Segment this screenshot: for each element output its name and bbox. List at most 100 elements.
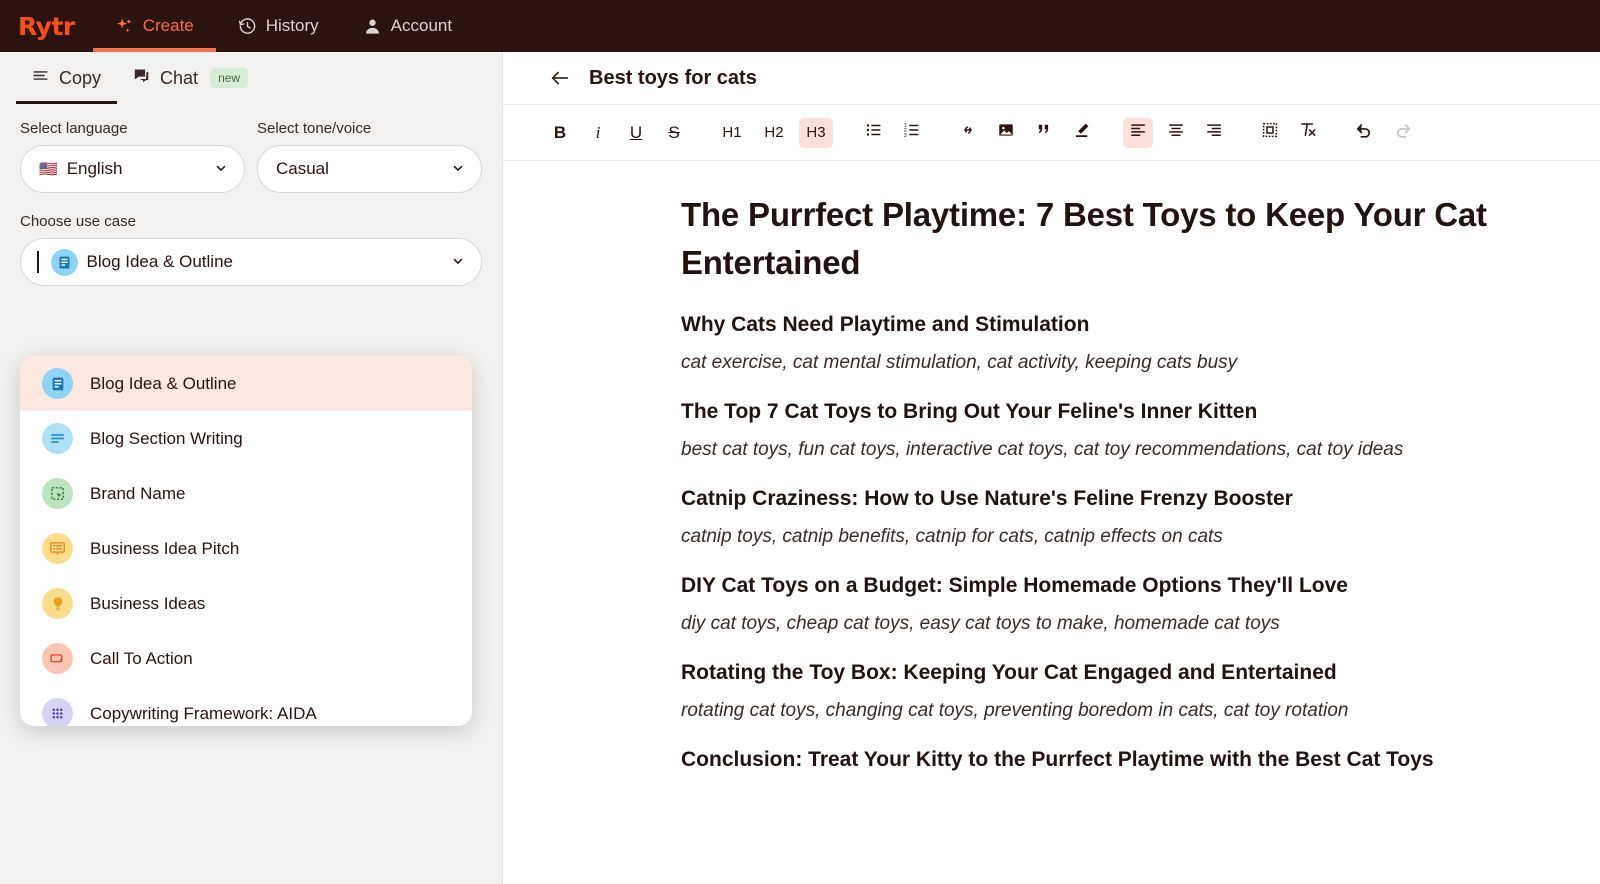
language-value: English [66, 159, 123, 178]
align-left-button[interactable] [1123, 117, 1153, 148]
italic-label: i [595, 122, 601, 142]
dropdown-item-business-idea-pitch[interactable]: Business Idea Pitch [20, 521, 472, 576]
dropdown-item-copywriting-framework-aida[interactable]: Copywriting Framework: AIDA [20, 686, 472, 726]
usecase-label: Choose use case [20, 213, 136, 230]
person-icon [363, 17, 382, 36]
bullet-list-icon [865, 121, 883, 144]
svg-text:3: 3 [904, 133, 907, 139]
dropdown-item-label: Business Ideas [90, 593, 206, 613]
dropdown-item-label: Copywriting Framework: AIDA [90, 703, 317, 723]
underline-label: U [629, 122, 643, 142]
tone-select[interactable]: Casual [257, 145, 482, 193]
nav-label-create: Create [142, 16, 194, 35]
quote-button[interactable] [1029, 118, 1059, 148]
cta-button-icon [42, 643, 73, 674]
h1-label: H1 [722, 124, 742, 141]
heading-1-button[interactable]: H1 [715, 118, 749, 148]
dropdown-item-brand-name[interactable]: Brand Name [20, 466, 472, 521]
bold-label: B [553, 122, 567, 142]
sparkle-icon [115, 17, 134, 36]
document-section-heading: Conclusion: Treat Your Kitty to the Purr… [681, 747, 1434, 771]
usecase-value: Blog Idea & Outline [86, 252, 233, 271]
underline-button[interactable]: U [621, 118, 651, 148]
document-section-keywords: cat exercise, cat mental stimulation, ca… [681, 351, 1238, 373]
usecase-field-group: Choose use case Blog Idea & Outline [20, 213, 482, 286]
grid-dots-icon [42, 698, 73, 726]
clock-history-icon [238, 17, 257, 36]
document-section-heading: Why Cats Need Playtime and Stimulation [681, 312, 1090, 336]
strikethrough-label: S [668, 122, 680, 142]
document-section-heading: Rotating the Toy Box: Keeping Your Cat E… [681, 660, 1337, 684]
align-center-button[interactable] [1161, 118, 1191, 148]
chat-bubble-icon [133, 67, 150, 89]
dropdown-item-blog-idea-outline[interactable]: Blog Idea & Outline [20, 356, 472, 411]
dropdown-item-blog-section-writing[interactable]: Blog Section Writing [20, 411, 472, 466]
strikethrough-button[interactable]: S [659, 118, 689, 148]
heading-3-button[interactable]: H3 [799, 117, 833, 148]
clear-formatting-button[interactable] [1293, 118, 1323, 148]
document-header: Best toys for cats [503, 52, 1600, 105]
dropdown-item-label: Call To Action [90, 648, 193, 668]
lines-icon [32, 67, 49, 89]
text-lines-icon [42, 423, 73, 454]
align-right-button[interactable] [1199, 118, 1229, 148]
document-h1-title: The Purrfect Playtime: 7 Best Toys to Ke… [681, 196, 1487, 281]
usecase-select[interactable]: Blog Idea & Outline [20, 238, 482, 286]
app-shell: Copy Chat new Select language 🇺🇸 English… [0, 52, 1600, 884]
dropdown-item-label: Blog Section Writing [90, 428, 243, 448]
nav-item-history[interactable]: History [216, 0, 341, 52]
generation-form: Select language 🇺🇸 English Select tone/v… [0, 104, 502, 286]
numbered-list-icon: 1 2 3 [903, 121, 921, 144]
document-lines-icon [42, 368, 73, 399]
tab-copy[interactable]: Copy [16, 52, 118, 104]
us-flag-icon: 🇺🇸 [39, 161, 58, 178]
image-icon [997, 121, 1015, 144]
back-arrow-icon[interactable] [549, 67, 571, 89]
nav-label-account: Account [390, 16, 453, 35]
nav-item-account[interactable]: Account [341, 0, 474, 52]
bullet-list-button[interactable] [859, 118, 889, 148]
document-title: Best toys for cats [589, 66, 757, 89]
document-section-keywords: best cat toys, fun cat toys, interactive… [681, 438, 1404, 460]
undo-button[interactable] [1349, 118, 1379, 148]
bold-button[interactable]: B [545, 118, 575, 148]
link-button[interactable] [953, 118, 983, 148]
document-content: The Purrfect Playtime: 7 Best Toys to Ke… [503, 191, 1600, 772]
link-icon [959, 121, 977, 144]
tab-chat[interactable]: Chat new [117, 52, 264, 104]
language-label: Select language [20, 120, 128, 137]
tone-field-group: Select tone/voice Casual [257, 120, 482, 193]
highlighter-pen-icon [1073, 121, 1091, 144]
usecase-dropdown-menu[interactable]: Blog Idea & Outline Blog Section Writing [20, 356, 472, 726]
border-button[interactable] [1255, 118, 1285, 148]
document-section-heading: DIY Cat Toys on a Budget: Simple Homemad… [681, 573, 1348, 597]
undo-icon [1355, 121, 1374, 145]
tab-chat-label: Chat [160, 67, 199, 88]
redo-button[interactable] [1387, 118, 1417, 148]
dropdown-item-label: Brand Name [90, 483, 186, 503]
chevron-down-icon [451, 254, 465, 271]
lightbulb-icon [42, 588, 73, 619]
heading-2-button[interactable]: H2 [757, 118, 791, 148]
presentation-icon [42, 533, 73, 564]
clear-formatting-icon [1299, 121, 1317, 144]
document-lines-icon [50, 248, 78, 276]
tone-value: Casual [276, 159, 329, 178]
rytr-logo[interactable]: Rytr [14, 0, 93, 52]
top-navigation-bar: Rytr Create History Account [0, 0, 1600, 52]
dropdown-item-business-ideas[interactable]: Business Ideas [20, 576, 472, 631]
image-button[interactable] [991, 118, 1021, 148]
form-row-language-tone: Select language 🇺🇸 English Select tone/v… [20, 120, 482, 193]
h3-label: H3 [806, 124, 826, 141]
nav-item-create[interactable]: Create [92, 0, 216, 52]
editor-panel: Best toys for cats B i U S H1 H2 H3 1 2 … [503, 52, 1600, 884]
numbered-list-button[interactable]: 1 2 3 [897, 118, 927, 148]
text-caret [37, 251, 39, 273]
language-select[interactable]: 🇺🇸 English [20, 145, 245, 193]
document-editor-area[interactable]: The Purrfect Playtime: 7 Best Toys to Ke… [503, 161, 1600, 884]
chevron-down-icon [214, 161, 228, 178]
highlighter-button[interactable] [1067, 118, 1097, 148]
italic-button[interactable]: i [583, 118, 613, 148]
nav-label-history: History [265, 16, 319, 35]
dropdown-item-call-to-action[interactable]: Call To Action [20, 631, 472, 686]
